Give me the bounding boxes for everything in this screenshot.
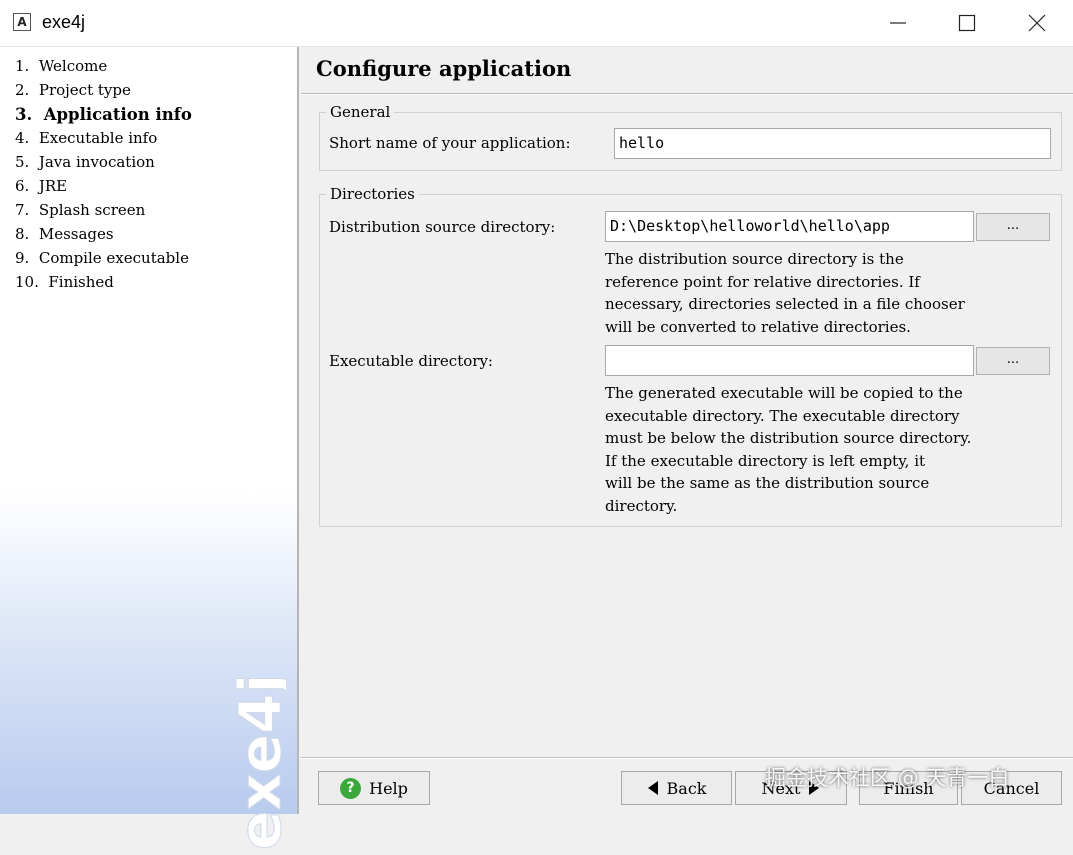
wizard-step: 7. Splash screen [15, 201, 146, 219]
window-title: exe4j [42, 12, 86, 32]
help-button-label: Help [369, 778, 408, 798]
executable-dir-browse-button[interactable]: ... [976, 347, 1050, 375]
back-button-label: Back [666, 778, 707, 798]
wizard-step: 5. Java invocation [15, 153, 155, 171]
back-arrow-icon [647, 781, 658, 795]
wizard-step: 4. Executable info [15, 129, 158, 147]
close-button[interactable] [1002, 0, 1072, 46]
help-button[interactable]: ? Help [318, 771, 430, 805]
close-icon [1028, 14, 1046, 32]
help-icon: ? [340, 777, 362, 799]
wizard-step: 1. Welcome [15, 57, 108, 75]
executable-dir-input[interactable] [605, 345, 974, 376]
back-button[interactable]: Back [621, 771, 732, 805]
wizard-step: 3. Application info [15, 105, 192, 124]
wizard-step: 2. Project type [15, 81, 131, 99]
general-legend: General [330, 103, 391, 121]
app-icon: A [13, 13, 31, 31]
short-name-input[interactable]: hello [614, 128, 1051, 159]
title-bar: A exe4j [0, 0, 1073, 47]
distribution-dir-label: Distribution source directory: [329, 218, 556, 236]
title-divider [301, 93, 1073, 95]
main-panel: Configure application General Short name… [301, 47, 1073, 814]
executable-dir-label: Executable directory: [329, 352, 493, 370]
wizard-sidebar: 1. Welcome 2. Project type 3. Application … [0, 47, 299, 851]
distribution-dir-help-text: The distribution source directory is the… [605, 250, 965, 336]
page-title: Configure application [316, 56, 572, 81]
watermark-text: 掘金技术社区 @ 天青一白 [765, 766, 1010, 790]
minimize-icon [890, 22, 906, 24]
wizard-step: 8. Messages [15, 225, 114, 243]
exe4j-logo: exe4j [226, 673, 286, 850]
button-bar-divider [301, 757, 1073, 759]
wizard-step: 6. JRE [15, 177, 68, 195]
minimize-button[interactable] [863, 0, 933, 46]
maximize-button[interactable] [932, 0, 1002, 46]
short-name-label: Short name of your application: [329, 134, 571, 152]
exe4j-logo-text: exe4j [226, 674, 286, 850]
wizard-step: 9. Compile executable [15, 249, 189, 267]
wizard-step-list: 1. Welcome 2. Project type 3. Application … [15, 57, 192, 297]
distribution-dir-input[interactable]: D:\Desktop\helloworld\hello\app [605, 211, 974, 242]
directories-legend: Directories [330, 185, 415, 203]
wizard-step: 10. Finished [15, 273, 114, 291]
distribution-dir-browse-button[interactable]: ... [976, 213, 1050, 241]
executable-dir-help-text: The generated executable will be copied … [605, 384, 972, 515]
maximize-icon [958, 14, 976, 32]
